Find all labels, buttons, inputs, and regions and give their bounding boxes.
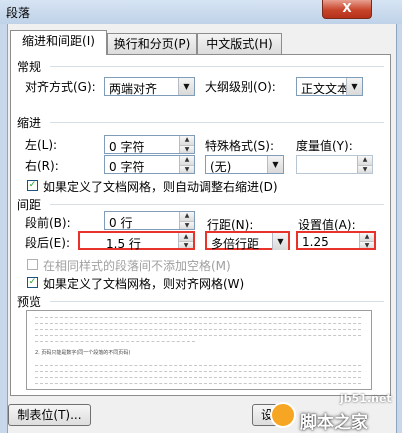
preview-line (35, 341, 195, 343)
watermark-site: jb51.net (340, 392, 392, 405)
space-before-value: 0 行 (109, 216, 133, 230)
section-preview: 预览 (17, 295, 42, 309)
watermark-logo-icon (270, 402, 296, 428)
spin-up-icon[interactable]: ▲ (179, 136, 194, 145)
divider (50, 66, 384, 67)
indent-right-stepper[interactable]: 0 字符 ▲ ▼ (104, 155, 195, 174)
stepper-buttons: ▲ ▼ (179, 156, 194, 173)
chevron-down-icon[interactable]: ▼ (346, 78, 362, 95)
close-icon: X (342, 1, 352, 15)
spin-down-icon[interactable]: ▼ (179, 164, 194, 173)
space-after-value: 1.5 行 (106, 237, 141, 251)
indent-left-label: 左(L): (25, 138, 58, 152)
paragraph-preview: 2. 页码只能是数字(同一个段落的不同页码) (26, 310, 372, 390)
tab-stops-button[interactable]: 制表位(T)... (8, 404, 91, 426)
no-space-same-style-label[interactable]: 在相同样式的段落间不添加空格(M) (43, 257, 231, 274)
section-indent: 缩进 (17, 116, 42, 130)
preview-line (35, 317, 361, 319)
close-button[interactable]: X (322, 0, 372, 19)
alignment-label: 对齐方式(G): (25, 80, 96, 94)
spin-down-icon[interactable]: ▼ (359, 240, 374, 249)
space-before-stepper[interactable]: 0 行 ▲ ▼ (104, 211, 195, 230)
preview-line (35, 335, 361, 337)
spin-up-icon[interactable]: ▲ (357, 156, 372, 165)
auto-adjust-indent-checkbox[interactable]: ✓ (27, 180, 38, 191)
spin-down-icon[interactable]: ▼ (178, 240, 193, 249)
preview-line (35, 371, 361, 373)
watermark-name: 脚本之家 (300, 413, 368, 433)
tab-label: 缩进和间距(I) (22, 34, 95, 48)
preview-line (35, 323, 361, 325)
special-format-value: (无) (210, 160, 232, 174)
spin-down-icon[interactable]: ▼ (357, 164, 372, 173)
indent-right-label: 右(R): (25, 159, 59, 173)
title-bar: 段落 X (0, 0, 402, 24)
check-icon: ✓ (28, 180, 37, 190)
spin-up-icon[interactable]: ▲ (179, 212, 194, 221)
button-label: 制表位(T)... (17, 408, 82, 422)
alignment-value: 两端对齐 (109, 82, 158, 96)
section-spacing: 间距 (17, 198, 42, 212)
outline-level-label: 大纲级别(O): (205, 80, 276, 94)
spin-down-icon[interactable]: ▼ (179, 220, 194, 229)
indent-left-value: 0 字符 (109, 140, 145, 154)
snap-to-grid-checkbox[interactable]: ✓ (27, 277, 38, 288)
stepper-buttons: ▲ ▼ (179, 136, 194, 153)
tab-label: 换行和分页(P) (113, 37, 191, 51)
divider (50, 122, 384, 123)
stepper-buttons: ▲ ▼ (357, 156, 372, 173)
check-icon: ✓ (28, 277, 37, 287)
outline-level-value: 正文文本 (301, 82, 350, 96)
special-format-select[interactable]: (无) ▼ (205, 155, 284, 174)
special-format-label: 特殊格式(S): (205, 139, 275, 153)
space-after-stepper[interactable]: 1.5 行 ▲ ▼ (78, 231, 195, 251)
tab-indent-spacing[interactable]: 缩进和间距(I) (10, 30, 107, 55)
stepper-buttons: ▲ ▼ (179, 212, 194, 229)
alignment-select[interactable]: 两端对齐 ▼ (104, 77, 195, 96)
auto-adjust-indent-label[interactable]: 如果定义了文档网格，则自动调整右缩进(D) (43, 178, 278, 195)
chevron-down-icon[interactable]: ▼ (178, 78, 194, 95)
line-spacing-select[interactable]: 多倍行距 ▼ (205, 231, 290, 251)
preview-line (35, 377, 361, 379)
spin-up-icon[interactable]: ▲ (178, 233, 193, 241)
setting-value-stepper[interactable]: 1.25 ▲ ▼ (296, 231, 376, 250)
tab-line-page-breaks[interactable]: 换行和分页(P) (107, 33, 197, 54)
stepper-buttons: ▲ ▼ (359, 233, 374, 249)
no-space-same-style-checkbox[interactable] (27, 259, 38, 270)
indent-left-stepper[interactable]: 0 字符 ▲ ▼ (104, 135, 195, 154)
preview-line (35, 383, 361, 385)
preview-line (35, 329, 361, 331)
setting-value: 1.25 (302, 235, 329, 249)
tab-label: 中文版式(H) (206, 37, 273, 51)
snap-to-grid-label[interactable]: 如果定义了文档网格，则对齐网格(W) (43, 275, 244, 292)
tab-asian-typography[interactable]: 中文版式(H) (197, 33, 282, 54)
line-spacing-value: 多倍行距 (211, 237, 260, 251)
spin-up-icon[interactable]: ▲ (359, 233, 374, 241)
window-title: 段落 (6, 6, 31, 20)
chevron-down-icon[interactable]: ▼ (267, 156, 283, 173)
measure-stepper[interactable]: ▲ ▼ (296, 155, 373, 174)
indent-right-value: 0 字符 (109, 160, 145, 174)
space-before-label: 段前(B): (25, 216, 71, 230)
outline-level-select[interactable]: 正文文本 ▼ (296, 77, 363, 96)
spin-down-icon[interactable]: ▼ (179, 144, 194, 153)
divider (50, 301, 384, 302)
preview-line (35, 365, 361, 367)
measure-label: 度量值(Y): (296, 139, 353, 153)
section-general: 常规 (17, 60, 42, 74)
stepper-buttons: ▲ ▼ (178, 233, 193, 249)
spin-up-icon[interactable]: ▲ (179, 156, 194, 165)
divider (50, 204, 384, 205)
space-after-label: 段后(E): (25, 236, 70, 250)
preview-sample-text: 2. 页码只能是数字(同一个段落的不同页码) (35, 350, 131, 356)
chevron-down-icon[interactable]: ▼ (272, 233, 288, 250)
